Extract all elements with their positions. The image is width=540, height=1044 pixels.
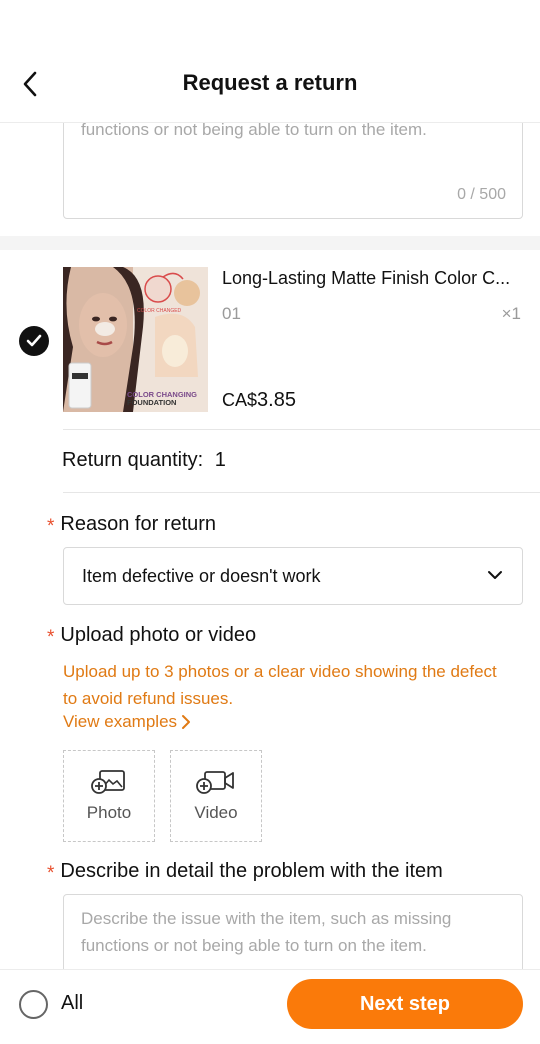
reason-label: * Reason for return xyxy=(47,513,217,537)
chevron-right-icon xyxy=(182,715,191,729)
upload-hint: Upload up to 3 photos or a clear video s… xyxy=(63,662,497,708)
character-counter: 0 / 500 xyxy=(457,186,506,203)
section-divider xyxy=(0,236,540,250)
divider xyxy=(63,492,540,493)
textarea-placeholder: functions or not being able to turn on t… xyxy=(81,123,427,139)
item-select-checkbox[interactable] xyxy=(19,326,49,356)
product-price: CA$3.85 xyxy=(222,389,296,412)
required-mark: * xyxy=(47,863,55,884)
price-currency: CA$ xyxy=(222,390,258,410)
required-mark: * xyxy=(47,627,55,648)
reason-select[interactable]: Item defective or doesn't work xyxy=(63,547,523,605)
previous-description-textarea[interactable]: functions or not being able to turn on t… xyxy=(63,123,523,219)
next-step-button[interactable]: Next step xyxy=(287,979,523,1029)
reason-selected-value: Item defective or doesn't work xyxy=(82,565,321,586)
return-quantity-label: Return quantity: xyxy=(62,449,204,471)
upload-photo-label: Photo xyxy=(86,803,132,822)
view-examples-link[interactable]: View examples xyxy=(63,712,191,732)
image-caption-line2: FOUNDATION xyxy=(127,398,176,407)
image-caption-small: COLOR CHANGED xyxy=(137,308,182,314)
form-scroll-area[interactable]: functions or not being able to turn on t… xyxy=(0,123,540,969)
upload-label-text: Upload photo or video xyxy=(60,624,257,646)
describe-label-text: Describe in detail the problem with the … xyxy=(60,860,443,882)
product-variant: 01 xyxy=(222,304,241,323)
upload-video-label: Video xyxy=(194,803,238,822)
required-mark: * xyxy=(47,516,55,537)
upload-label: * Upload photo or video xyxy=(47,624,257,648)
describe-label: * Describe in detail the problem with the… xyxy=(47,860,443,884)
describe-textarea[interactable]: Describe the issue with the item, such a… xyxy=(63,894,523,969)
upload-video-button[interactable]: Video xyxy=(170,750,262,842)
select-all-label[interactable]: All xyxy=(61,992,83,1015)
header: Request a return xyxy=(0,0,540,123)
footer-bar: All Next step xyxy=(0,969,540,1044)
view-examples-text: View examples xyxy=(63,712,178,731)
upload-photo-button[interactable]: Photo xyxy=(63,750,155,842)
describe-placeholder: Describe the issue with the item, such a… xyxy=(81,909,452,955)
return-quantity: Return quantity: 1 xyxy=(62,449,226,472)
checkmark-icon xyxy=(26,334,42,347)
reason-label-text: Reason for return xyxy=(60,513,217,535)
return-quantity-value: 1 xyxy=(214,449,226,471)
product-quantity: ×1 xyxy=(501,304,521,323)
price-amount: 3.85 xyxy=(257,389,296,411)
add-photo-icon xyxy=(91,770,125,794)
chevron-down-icon xyxy=(488,571,502,579)
add-video-icon xyxy=(196,771,234,794)
select-all-radio[interactable] xyxy=(19,990,48,1019)
product-title[interactable]: Long-Lasting Matte Finish Color C... xyxy=(222,268,522,289)
page-title: Request a return xyxy=(182,70,358,95)
product-image[interactable]: COLOR CHANGED COLOR CHANGING FOUNDATION xyxy=(63,267,208,412)
divider xyxy=(63,429,540,430)
